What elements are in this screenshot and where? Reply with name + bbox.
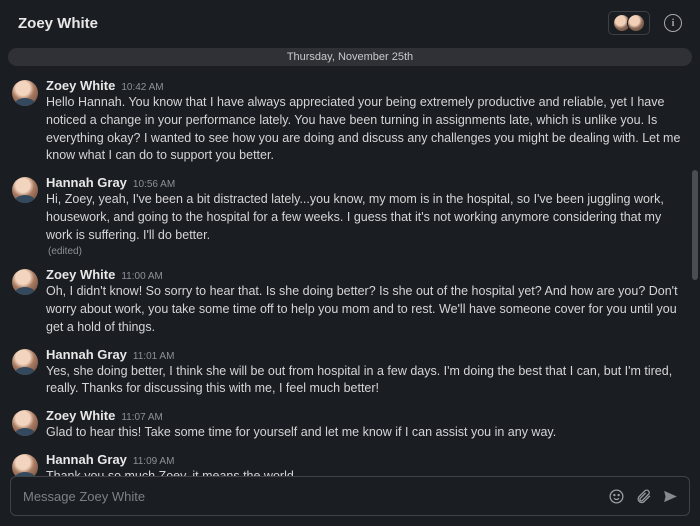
message: Zoey White 11:07 AM Glad to hear this! T… — [12, 404, 684, 448]
message-text: Glad to hear this! Take some time for yo… — [46, 423, 684, 442]
emoji-icon[interactable] — [608, 488, 625, 505]
message-time: 10:56 AM — [133, 179, 175, 190]
chat-title[interactable]: Zoey White — [18, 15, 98, 32]
message-author[interactable]: Zoey White — [46, 78, 115, 93]
avatar[interactable] — [12, 349, 38, 375]
message-author[interactable]: Zoey White — [46, 267, 115, 282]
chat-header: Zoey White i — [0, 0, 700, 44]
message: Hannah Gray 10:56 AM Hi, Zoey, yeah, I'v… — [12, 171, 684, 263]
message-text: Oh, I didn't know! So sorry to hear that… — [46, 282, 684, 336]
avatar — [627, 14, 645, 32]
message-composer[interactable] — [10, 476, 690, 516]
composer-actions — [608, 488, 679, 505]
message-time: 11:00 AM — [121, 271, 163, 282]
message-text: Yes, she doing better, I think she will … — [46, 362, 684, 399]
message: Zoey White 10:42 AM Hello Hannah. You kn… — [12, 74, 684, 171]
scrollbar[interactable] — [692, 170, 698, 280]
avatar[interactable] — [12, 410, 38, 436]
message-time: 10:42 AM — [121, 82, 163, 93]
member-avatars-button[interactable] — [608, 11, 650, 35]
message-text: Hello Hannah. You know that I have alway… — [46, 93, 684, 165]
header-actions: i — [608, 11, 682, 35]
message-author[interactable]: Zoey White — [46, 408, 115, 423]
avatar[interactable] — [12, 177, 38, 203]
message-author[interactable]: Hannah Gray — [46, 452, 127, 467]
date-divider-row: Thursday, November 25th — [0, 44, 700, 68]
info-icon[interactable]: i — [664, 14, 682, 32]
message-list[interactable]: Zoey White 10:42 AM Hello Hannah. You kn… — [0, 68, 700, 484]
attachment-icon[interactable] — [635, 488, 652, 505]
composer-region — [10, 476, 690, 516]
avatar[interactable] — [12, 80, 38, 106]
message-text: Hi, Zoey, yeah, I've been a bit distract… — [46, 190, 684, 244]
avatar[interactable] — [12, 269, 38, 295]
send-icon[interactable] — [662, 488, 679, 505]
message-author[interactable]: Hannah Gray — [46, 347, 127, 362]
date-divider: Thursday, November 25th — [8, 48, 692, 66]
message-input[interactable] — [23, 489, 608, 504]
message: Zoey White 11:00 AM Oh, I didn't know! S… — [12, 263, 684, 342]
message-time: 11:09 AM — [133, 456, 175, 467]
message-author[interactable]: Hannah Gray — [46, 175, 127, 190]
message: Hannah Gray 11:01 AM Yes, she doing bett… — [12, 343, 684, 405]
message-time: 11:01 AM — [133, 351, 175, 362]
message-edited-label: (edited) — [46, 244, 684, 257]
message-time: 11:07 AM — [121, 412, 163, 423]
